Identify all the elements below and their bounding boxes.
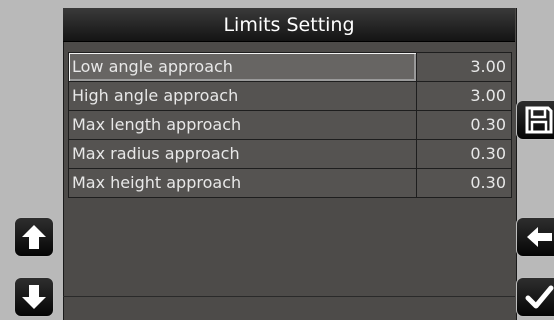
row-label: Max length approach: [69, 111, 417, 139]
checkmark-icon: [525, 285, 554, 309]
confirm-button[interactable]: [516, 277, 554, 317]
page-title: Limits Setting: [223, 13, 355, 36]
row-label: High angle approach: [69, 82, 417, 110]
table-row-max-radius[interactable]: Max radius approach 0.30: [69, 140, 511, 169]
scroll-down-button[interactable]: [14, 277, 54, 317]
floppy-disk-icon: [525, 106, 553, 134]
divider: [63, 296, 515, 297]
table-row-max-length[interactable]: Max length approach 0.30: [69, 111, 511, 140]
arrow-left-icon: [527, 227, 552, 247]
save-button[interactable]: [516, 100, 554, 140]
row-value[interactable]: 0.30: [417, 169, 511, 197]
row-value[interactable]: 3.00: [417, 82, 511, 110]
table-row-high-angle[interactable]: High angle approach 3.00: [69, 82, 511, 111]
row-value[interactable]: 0.30: [417, 111, 511, 139]
table-row-max-height[interactable]: Max height approach 0.30: [69, 169, 511, 198]
arrow-down-icon: [22, 285, 46, 309]
arrow-up-icon: [22, 225, 46, 249]
table-row-low-angle[interactable]: Low angle approach 3.00: [69, 53, 511, 82]
title-bar: Limits Setting: [63, 8, 515, 42]
row-label: Max radius approach: [69, 140, 417, 168]
limits-table: Low angle approach 3.00 High angle appro…: [68, 52, 512, 198]
row-label: Max height approach: [69, 169, 417, 197]
back-button[interactable]: [516, 217, 554, 257]
scroll-up-button[interactable]: [14, 217, 54, 257]
row-label: Low angle approach: [69, 53, 417, 81]
row-value[interactable]: 0.30: [417, 140, 511, 168]
row-value[interactable]: 3.00: [417, 53, 511, 81]
